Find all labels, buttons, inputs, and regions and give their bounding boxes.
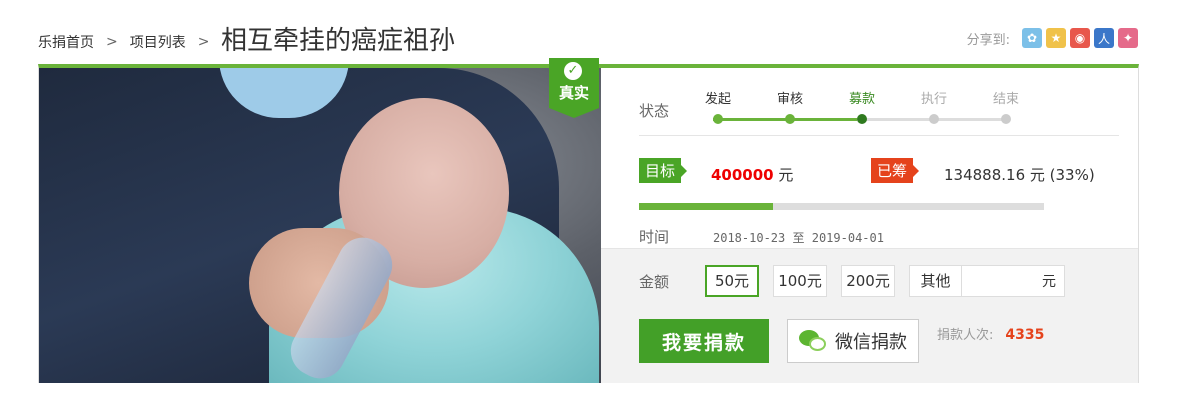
amount-option-50[interactable]: 50元 (705, 265, 760, 297)
share-label: 分享到: (966, 32, 1010, 48)
amount-other-field: 其他 元 (909, 265, 1066, 297)
project-info-panel: 状态 发起 审核 募款 执行 结束 目标 400000 元 已筹 134888.… (601, 68, 1138, 383)
amount-other-input[interactable] (962, 266, 1043, 296)
check-icon: ✓ (564, 62, 582, 80)
project-card: ✓ 真实 状态 发起 审核 募款 执行 结束 目标 400000 元 已筹 13… (38, 58, 1139, 383)
raised-amount: 134888.16 元 (33%) (944, 166, 1095, 184)
progress-fill (639, 203, 773, 210)
status-steps: 发起 审核 募款 执行 结束 (705, 88, 1036, 128)
time-label: 时间 (639, 228, 670, 246)
project-photo (39, 68, 601, 383)
step-end: 结束 (976, 88, 1036, 124)
wechat-donate-button[interactable]: 微信捐款 (787, 319, 919, 363)
verified-badge-label: 真实 (558, 84, 589, 102)
wechat-icon (799, 330, 827, 352)
verified-badge: ✓ 真实 (549, 58, 599, 118)
status-label: 状态 (639, 102, 670, 120)
goal-row: 目标 400000 元 已筹 134888.16 元 (33%) (639, 158, 1119, 198)
amount-other-label[interactable]: 其他 (910, 266, 963, 296)
wechat-donate-label: 微信捐款 (835, 332, 907, 353)
qzone-icon[interactable]: ✿ (1022, 28, 1042, 48)
kaixin-icon[interactable]: ✦ (1118, 28, 1138, 48)
breadcrumb-home-link[interactable]: 乐捐首页 (38, 32, 94, 52)
amount-label: 金额 (639, 272, 670, 291)
amount-option-200[interactable]: 200元 (841, 265, 896, 297)
action-row: 我要捐款 微信捐款 捐款人次: 4335 (639, 319, 1044, 363)
weibo-icon[interactable]: ◉ (1070, 28, 1090, 48)
donate-box: 金额 50元 100元 200元 其他 元 我要捐款 微信捐款 捐款人次: 433… (601, 248, 1138, 383)
date-range: 2018-10-23 至 2019-04-01 (713, 231, 884, 245)
status-row: 状态 发起 审核 募款 执行 结束 (639, 86, 1119, 136)
donate-button[interactable]: 我要捐款 (639, 319, 769, 363)
goal-amount: 400000 元 (711, 166, 794, 184)
raised-tag: 已筹 (871, 158, 920, 183)
share-bar: 分享到: ✿ ★ ◉ 人 ✦ (967, 28, 1138, 48)
goal-tag: 目标 (639, 158, 688, 183)
step-launch: 发起 (688, 88, 748, 124)
step-fundraising: 募款 (832, 88, 892, 124)
favorite-icon[interactable]: ★ (1046, 28, 1066, 48)
share-icons: ✿ ★ ◉ 人 ✦ (1022, 28, 1138, 48)
breadcrumb-list-link[interactable]: 项目列表 (130, 32, 186, 52)
step-execution: 执行 (904, 88, 964, 124)
chevron-right-icon: > (106, 34, 118, 50)
fundraising-progress-bar (639, 203, 1044, 210)
amount-other-unit: 元 (1042, 274, 1057, 290)
amount-option-100[interactable]: 100元 (773, 265, 828, 297)
renren-icon[interactable]: 人 (1094, 28, 1114, 48)
donor-count: 捐款人次: 4335 (937, 326, 1045, 343)
page-title: 相互牵挂的癌症祖孙 (221, 26, 456, 56)
breadcrumb: 乐捐首页 > 项目列表 > (38, 32, 221, 52)
step-review: 审核 (760, 88, 820, 124)
amount-row: 金额 50元 100元 200元 其他 元 (639, 265, 1066, 297)
chevron-right-icon: > (197, 34, 210, 50)
